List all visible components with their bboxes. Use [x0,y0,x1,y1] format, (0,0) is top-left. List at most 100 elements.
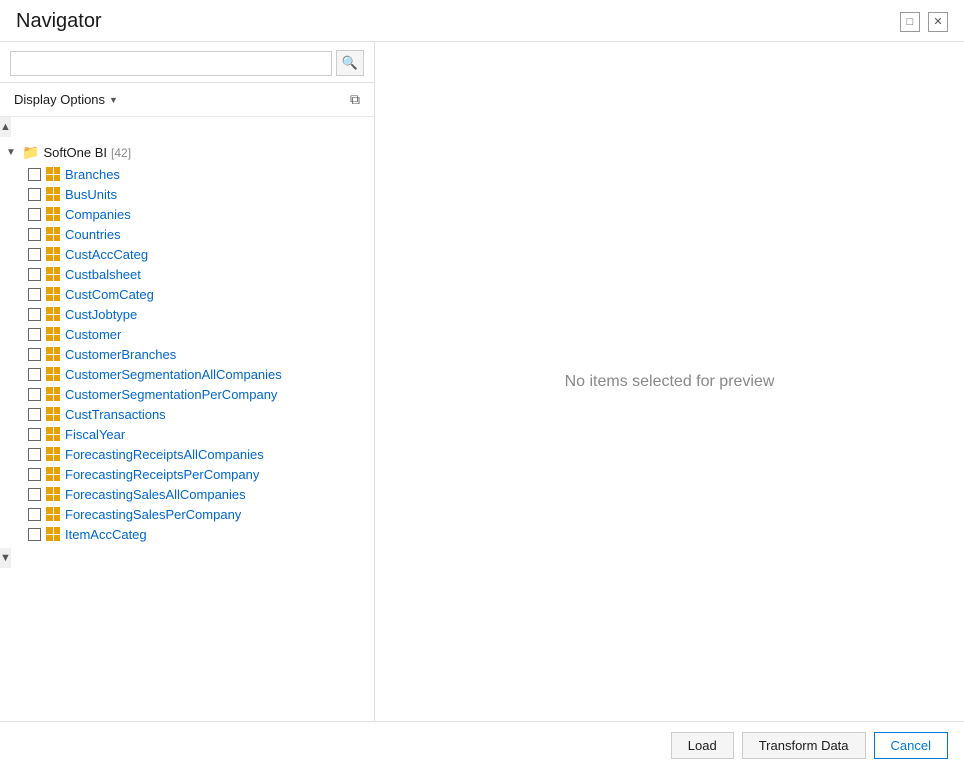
item-label: BusUnits [65,187,117,202]
group-count: [42] [111,146,131,160]
item-label: Customer [65,327,121,342]
navigator-dialog: Navigator □ ✕ 🔍 Display Options ▼ [0,0,964,769]
load-button[interactable]: Load [671,732,734,759]
grid-icon [45,446,61,462]
item-checkbox[interactable] [28,208,41,221]
grid-icon [45,306,61,322]
search-bar: 🔍 [0,42,374,83]
item-label: ItemAccCateg [65,527,147,542]
item-checkbox[interactable] [28,388,41,401]
item-label: Branches [65,167,120,182]
tree-items: Branches BusUnits Companies Countries CustAc… [0,164,374,544]
tree-group-header[interactable]: ▼ 📁 SoftOne BI [42] [0,141,374,164]
item-checkbox[interactable] [28,468,41,481]
item-checkbox[interactable] [28,228,41,241]
scroll-down-button[interactable]: ▼ [0,548,11,568]
tree-item[interactable]: CustTransactions [0,404,374,424]
folder-icon: 📁 [22,144,39,161]
dialog-title: Navigator [16,10,102,33]
item-checkbox[interactable] [28,428,41,441]
item-label: CustAccCateg [65,247,148,262]
tree-item[interactable]: FiscalYear [0,424,374,444]
item-label: ForecastingSalesPerCompany [65,507,241,522]
tree-item[interactable]: Custbalsheet [0,264,374,284]
search-button[interactable]: 🔍 [336,50,364,76]
item-checkbox[interactable] [28,188,41,201]
grid-icon [45,526,61,542]
item-label: Countries [65,227,121,242]
tree-item[interactable]: CustomerSegmentationAllCompanies [0,364,374,384]
item-checkbox[interactable] [28,448,41,461]
tree-item[interactable]: ItemAccCateg [0,524,374,544]
tree-item[interactable]: CustomerSegmentationPerCompany [0,384,374,404]
item-label: CustTransactions [65,407,166,422]
tree-item[interactable]: Countries [0,224,374,244]
tree-item[interactable]: Customer [0,324,374,344]
tree-item[interactable]: Branches [0,164,374,184]
tree-item[interactable]: CustAccCateg [0,244,374,264]
grid-icon [45,246,61,262]
search-icon: 🔍 [342,55,358,71]
content-area: 🔍 Display Options ▼ ⧉ ▲ [0,42,964,721]
grid-icon [45,466,61,482]
cancel-button[interactable]: Cancel [874,732,948,759]
grid-icon [45,506,61,522]
right-panel: No items selected for preview [375,42,964,721]
item-label: FiscalYear [65,427,125,442]
item-checkbox[interactable] [28,288,41,301]
grid-icon [45,426,61,442]
item-checkbox[interactable] [28,308,41,321]
scroll-up-button[interactable]: ▲ [0,117,11,137]
tree-item[interactable]: BusUnits [0,184,374,204]
item-checkbox[interactable] [28,168,41,181]
tree-item[interactable]: ForecastingSalesAllCompanies [0,484,374,504]
tree-area[interactable]: ▲ ▼ 📁 SoftOne BI [42] Branches BusUnits Co… [0,117,374,721]
item-label: Companies [65,207,131,222]
item-label: ForecastingReceiptsPerCompany [65,467,259,482]
item-checkbox[interactable] [28,408,41,421]
item-checkbox[interactable] [28,348,41,361]
item-label: CustomerSegmentationAllCompanies [65,367,282,382]
group-label: SoftOne BI [43,145,107,160]
tree-item[interactable]: CustComCateg [0,284,374,304]
grid-icon [45,486,61,502]
collapse-icon: ▼ [6,147,18,158]
tree-item[interactable]: ForecastingReceiptsPerCompany [0,464,374,484]
item-label: CustJobtype [65,307,137,322]
close-button[interactable]: ✕ [928,12,948,32]
grid-icon [45,326,61,342]
tree-item[interactable]: Companies [0,204,374,224]
transform-data-button[interactable]: Transform Data [742,732,866,759]
item-checkbox[interactable] [28,328,41,341]
table-preview-button[interactable]: ⧉ [346,89,364,110]
chevron-down-icon: ▼ [109,95,118,105]
tree-item[interactable]: CustomerBranches [0,344,374,364]
grid-icon [45,226,61,242]
tree-item[interactable]: ForecastingReceiptsAllCompanies [0,444,374,464]
grid-icon [45,166,61,182]
grid-icon [45,406,61,422]
item-checkbox[interactable] [28,248,41,261]
display-options-label: Display Options [14,92,105,107]
item-checkbox[interactable] [28,368,41,381]
grid-icon [45,386,61,402]
options-bar: Display Options ▼ ⧉ [0,83,374,117]
item-label: Custbalsheet [65,267,141,282]
item-label: CustComCateg [65,287,154,302]
item-checkbox[interactable] [28,508,41,521]
tree-item[interactable]: CustJobtype [0,304,374,324]
item-checkbox[interactable] [28,528,41,541]
tree-item[interactable]: ForecastingSalesPerCompany [0,504,374,524]
grid-icon [45,206,61,222]
minimize-button[interactable]: □ [900,12,920,32]
left-panel: 🔍 Display Options ▼ ⧉ ▲ [0,42,375,721]
item-label: ForecastingSalesAllCompanies [65,487,246,502]
footer: Load Transform Data Cancel [0,721,964,769]
item-checkbox[interactable] [28,488,41,501]
tree-root: ▼ 📁 SoftOne BI [42] Branches BusUnits Comp… [0,137,374,548]
title-controls: □ ✕ [900,12,948,32]
display-options-button[interactable]: Display Options ▼ [10,90,122,109]
item-label: ForecastingReceiptsAllCompanies [65,447,264,462]
item-checkbox[interactable] [28,268,41,281]
search-input[interactable] [10,51,332,76]
